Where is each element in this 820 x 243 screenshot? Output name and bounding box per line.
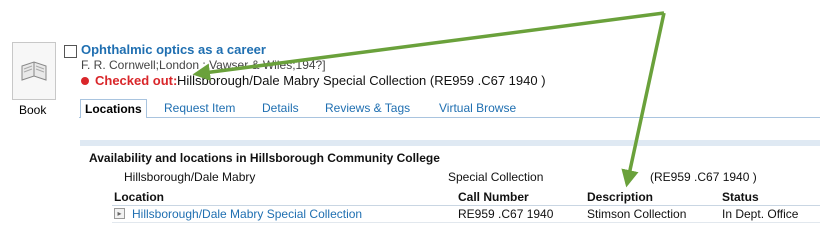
select-record-checkbox[interactable] [64, 45, 77, 58]
annotation-arrow-to-description [621, 12, 666, 188]
tab-request-item[interactable]: Request Item [161, 99, 238, 117]
panel-header-band [80, 140, 820, 146]
row-description: Stimson Collection [587, 207, 687, 221]
status-dot-icon [81, 77, 89, 85]
record-title-link[interactable]: Ophthalmic optics as a career [81, 42, 266, 57]
availability-status-label: Checked out: [95, 73, 178, 88]
tab-locations[interactable]: Locations [80, 99, 147, 119]
column-header-status: Status [722, 190, 759, 204]
tab-virtual-browse[interactable]: Virtual Browse [436, 99, 519, 117]
record-author-publisher: F. R. Cornwell;London : Vawser & Wiles;1… [81, 58, 326, 72]
summary-location: Hillsborough/Dale Mabry [124, 170, 256, 184]
table-row-divider [112, 222, 820, 223]
book-thumbnail[interactable] [12, 42, 56, 100]
expand-triangle-icon[interactable]: ▸ [114, 208, 125, 219]
summary-call-number: (RE959 .C67 1940 ) [650, 170, 757, 184]
availability-heading: Availability and locations in Hillsborou… [89, 151, 440, 165]
row-call-number: RE959 .C67 1940 [458, 207, 554, 221]
row-status: In Dept. Office [722, 207, 799, 221]
book-icon [21, 61, 47, 81]
column-header-description: Description [587, 190, 654, 204]
material-type-label: Book [19, 103, 47, 117]
tab-details[interactable]: Details [259, 99, 302, 117]
summary-collection: Special Collection [448, 170, 544, 184]
row-location-link[interactable]: Hillsborough/Dale Mabry Special Collecti… [132, 207, 362, 221]
column-header-location: Location [114, 190, 164, 204]
tab-reviews-tags[interactable]: Reviews & Tags [322, 99, 413, 117]
column-header-call-number: Call Number [458, 190, 529, 204]
availability-status-text: Hillsborough/Dale Mabry Special Collecti… [177, 73, 546, 88]
table-header-divider [112, 205, 820, 206]
